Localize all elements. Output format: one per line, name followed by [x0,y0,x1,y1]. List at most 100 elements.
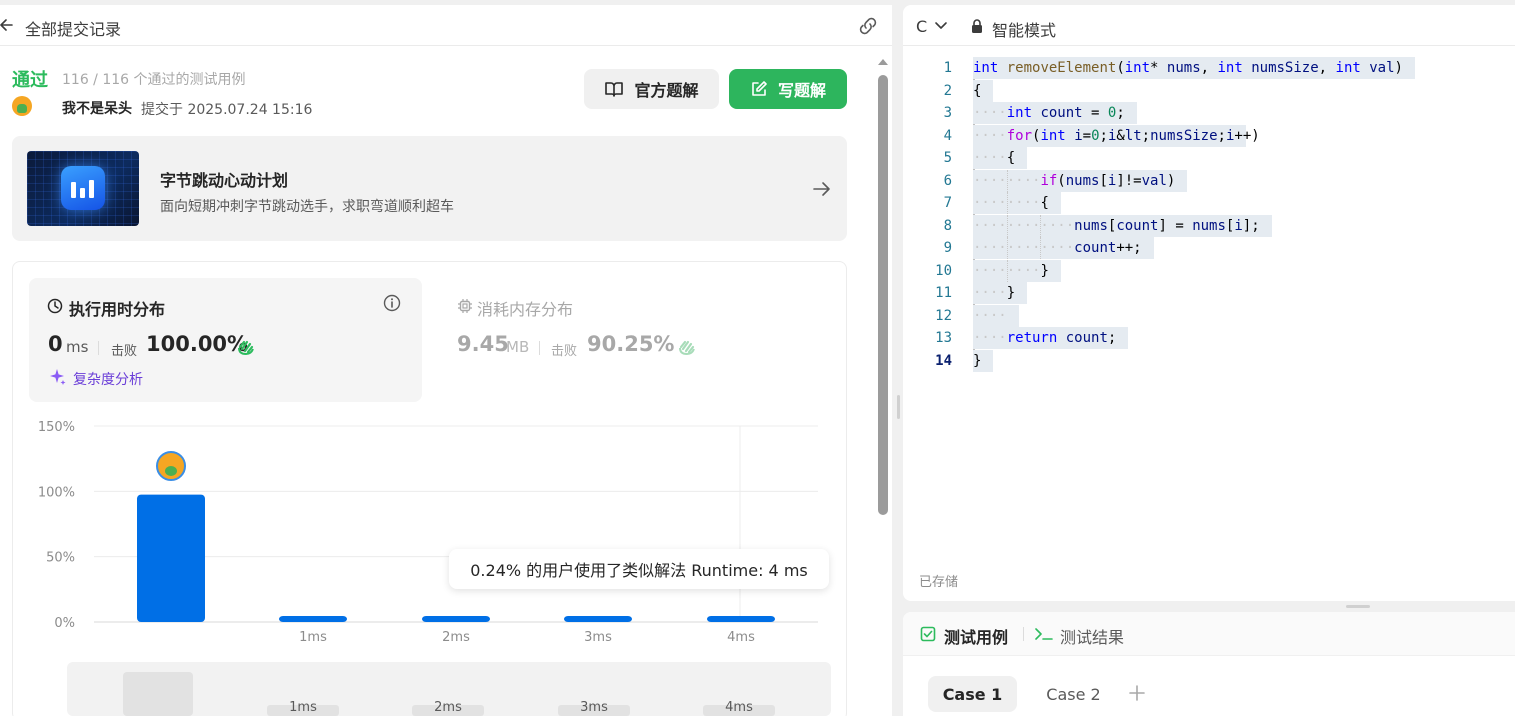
navigator-label: 2ms [434,700,462,715]
y-tick-label: 0% [54,616,75,631]
code-line[interactable]: 8 ············nums[count] = nums[i]; [903,214,1515,237]
book-icon [605,82,624,97]
navigator-label: 1ms [289,700,317,715]
chart-bar [422,616,490,622]
tab-testcases[interactable]: 测试用例 [944,624,1008,648]
editor-toolbar: C 智能模式 [903,5,1515,46]
code-line[interactable]: 9 ············count++; [903,237,1515,259]
write-solution-button[interactable]: 写题解 [729,69,847,109]
code-text: ····return count; [973,330,1117,346]
promo-subtitle: 面向短期冲刺字节跳动选手，求职弯道顺利超车 [160,199,454,215]
code-line[interactable]: 13 ····return count; [903,327,1515,349]
y-tick-label: 50% [46,551,75,566]
code-text: ········{ [973,195,1049,211]
line-number: 1 [943,60,952,76]
y-tick-label: 100% [38,485,75,500]
line-number: 8 [943,217,952,234]
code-line[interactable]: 11 ····} [903,282,1515,304]
x-tick-label: 3ms [584,630,612,645]
code-text: ····} [973,285,1016,301]
line-number: 11 [935,285,952,301]
case-tab-2[interactable]: Case 2 [1029,676,1118,712]
code-line[interactable]: 3 ····int count = 0; [903,102,1515,124]
runtime-unit: ms [66,338,89,356]
official-solution-button[interactable]: 官方题解 [584,69,719,109]
scroll-up-icon[interactable] [877,57,889,67]
runtime-title: 执行用时分布 [69,300,166,319]
vertical-resize-handle[interactable] [897,395,900,419]
line-number: 2 [943,82,952,99]
memory-unit: MB [506,338,530,356]
clock-icon [47,298,63,314]
code-text: { [973,82,982,99]
code-line[interactable]: 6 ········if(nums[i]!=val) [903,169,1515,192]
memory-distribution-tab[interactable]: 消耗内存分布 9.45 MB 击败 90.25% [441,278,834,402]
code-text: ···· [973,307,1007,324]
line-number: 4 [943,127,952,144]
code-line[interactable]: 5 ····{ [903,147,1515,169]
line-number: 7 [943,195,952,211]
chart-bar [564,616,632,622]
user-avatar[interactable] [12,96,32,116]
code-line[interactable]: 4 ····for(int i=0;i&lt;numsSize;i++) [903,124,1515,147]
complexity-analysis-link[interactable]: 复杂度分析 [73,369,143,389]
header-title[interactable]: 全部提交记录 [25,16,121,40]
chevron-down-icon[interactable] [934,20,948,32]
code-line[interactable]: 12 ···· [903,304,1515,327]
code-text: ············count++; [973,240,1142,256]
code-line[interactable]: 7 ········{ [903,192,1515,214]
arrow-right-icon[interactable] [812,179,832,199]
status-accepted: 通过 [12,70,48,91]
scroll-thumb[interactable] [878,75,888,515]
app-root: 全部提交记录 通过 116 / 116 个通过的测试用例 我不是呆头 提交于 2… [0,0,1515,716]
language-select[interactable]: C [916,17,927,36]
back-arrow-icon[interactable] [0,15,14,35]
code-line[interactable]: 1 int removeElement(int* nums, int numsSi… [903,57,1515,79]
promo-image [27,151,139,226]
link-share-icon[interactable] [857,16,879,36]
chart-bar [707,616,775,622]
testcase-panel: 测试用例 测试结果 Case 1 Case 2 [903,612,1515,716]
code-text: ····int count = 0; [973,105,1125,121]
submission-header: 全部提交记录 [0,5,892,46]
code-text: ····for(int i=0;i&lt;numsSize;i++) [973,127,1260,144]
chip-icon [458,299,472,313]
line-number: 9 [943,240,952,256]
code-text: ············nums[count] = nums[i]; [973,217,1260,234]
checkbox-icon [920,626,936,642]
case-tab-1[interactable]: Case 1 [928,676,1017,712]
navigator-label: 4ms [725,700,753,715]
code-line[interactable]: 10 ········} [903,259,1515,282]
memory-value: 9.45 [457,332,509,356]
memory-beat-value: 90.25% [587,332,675,356]
official-solution-label: 官方题解 [634,81,699,100]
write-solution-label: 写题解 [777,81,826,100]
info-icon[interactable] [383,294,401,312]
horizontal-resize-handle[interactable] [1346,605,1370,608]
add-case-icon[interactable] [1128,684,1146,702]
code-text: ····{ [973,150,1016,166]
user-name[interactable]: 我不是呆头 [62,98,132,118]
code-line[interactable]: 14} [903,349,1515,372]
code-text: } [973,352,982,369]
code-text: int removeElement(int* nums, int numsSiz… [973,60,1403,76]
line-number: 10 [935,262,952,279]
tab-test-results[interactable]: 测试结果 [1060,624,1124,648]
runtime-beat-label: 击败 [111,344,138,359]
smart-mode-label[interactable]: 智能模式 [992,17,1056,41]
line-number: 3 [943,105,952,121]
user-marker-frog [165,466,177,476]
frog-icon [17,104,27,113]
promo-banner[interactable]: 字节跳动心动计划 面向短期冲刺字节跳动选手，求职弯道顺利超车 [12,136,847,241]
clap-hands-icon-muted [679,340,695,356]
chart-bar [279,616,347,622]
testcase-tabs: 测试用例 测试结果 [903,612,1515,656]
code-line[interactable]: 2{ [903,79,1515,102]
runtime-distribution-tab[interactable]: 执行用时分布 0 ms 击败 100.00% 复杂度分析 [29,278,422,402]
memory-title: 消耗内存分布 [477,300,574,319]
submission-panel: 全部提交记录 通过 116 / 116 个通过的测试用例 我不是呆头 提交于 2… [0,5,892,716]
submit-time: 提交于 2025.07.24 15:16 [141,102,313,118]
clap-hands-icon [238,340,254,356]
lock-icon [972,19,982,33]
code-editor-panel: C 智能模式 1 int removeElement(int* nums, int… [903,5,1515,601]
